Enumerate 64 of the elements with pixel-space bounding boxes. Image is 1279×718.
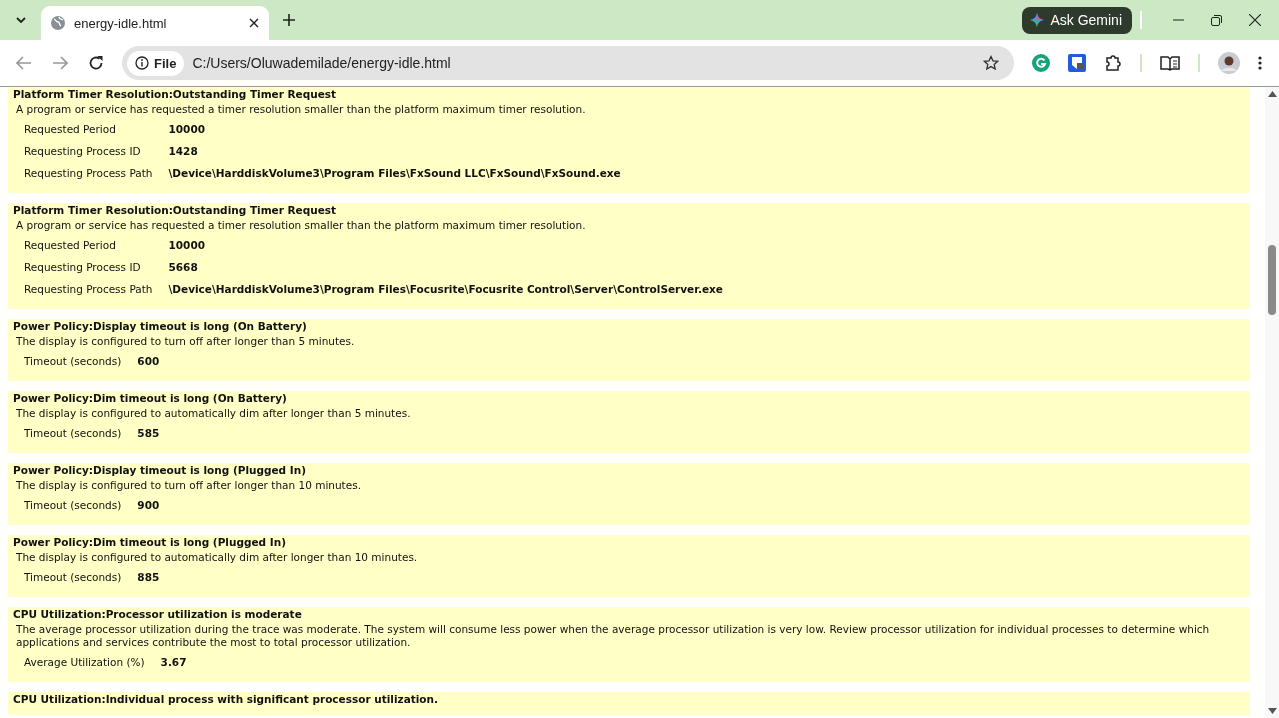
field-value: \Device\HarddiskVolume3\Program Files\FxSound LLC\FxSound\FxSound.exe: [167, 166, 622, 181]
field-label: Timeout (seconds): [23, 570, 123, 585]
restore-icon[interactable]: [1211, 14, 1222, 26]
field-value: 885: [136, 570, 161, 585]
entry-title: Platform Timer Resolution:Outstanding Timer Request: [13, 204, 338, 217]
field-value: 10000: [167, 238, 206, 253]
field-label: Requesting Process Path: [23, 282, 154, 297]
avatar-icon[interactable]: [1218, 52, 1240, 74]
info-icon: [135, 56, 149, 70]
ask-gemini-button[interactable]: Ask Gemini: [1022, 6, 1132, 34]
reload-icon[interactable]: [88, 55, 104, 71]
scroll-thumb[interactable]: [1268, 245, 1276, 315]
entry-description: The display is configured to turn off after longer than 10 minutes.: [16, 479, 362, 492]
field-label: Requesting Process Path: [23, 166, 154, 181]
field-value: 900: [136, 498, 161, 513]
site-info-chip[interactable]: File: [127, 50, 185, 76]
field-value: 10000: [167, 122, 206, 137]
entry-description: A program or service has requested a timer resolution smaller than the platform maximum timer resolution.: [16, 103, 587, 116]
menu-icon[interactable]: [1258, 56, 1262, 70]
field-label: Timeout (seconds): [23, 498, 123, 513]
field-value: 585: [136, 426, 161, 441]
entry-title: Power Policy:Dim timeout is long (On Battery): [13, 392, 288, 405]
field-value: 1428: [167, 144, 199, 159]
field-label: Requested Period: [23, 122, 117, 137]
tab-search-icon[interactable]: [15, 16, 27, 24]
field-label: Requesting Process ID: [23, 260, 142, 275]
entry-description: The display is configured to turn off after longer than 5 minutes.: [16, 335, 356, 348]
star-icon[interactable]: [983, 55, 999, 71]
close-tab-icon[interactable]: [249, 18, 259, 28]
entry-description: A program or service has requested a timer resolution smaller than the platform maximum timer resolution.: [16, 219, 587, 232]
new-tab-icon[interactable]: [283, 14, 295, 26]
entry-description: The display is configured to automatically dim after longer than 10 minutes.: [16, 551, 419, 564]
scrollbar[interactable]: [1265, 87, 1279, 718]
field-label: Requested Period: [23, 238, 117, 253]
entry-title: Platform Timer Resolution:Outstanding Timer Request: [13, 88, 338, 101]
entry-title: Power Policy:Dim timeout is long (Plugged In): [13, 536, 287, 549]
url-text: C:/Users/Oluwademilade/energy-idle.html: [192, 55, 452, 71]
close-icon[interactable]: [1249, 14, 1261, 26]
g-circle-icon[interactable]: [1032, 54, 1050, 72]
back-icon[interactable]: [16, 56, 32, 70]
entry-description: The display is configured to automatically dim after longer than 5 minutes.: [16, 407, 412, 420]
sparkle-icon: [1030, 13, 1045, 27]
field-value: 5668: [167, 260, 199, 275]
field-value: 3.67: [159, 655, 188, 670]
entry-title: Power Policy:Display timeout is long (On Battery): [13, 320, 308, 333]
field-label: Timeout (seconds): [23, 354, 123, 369]
entry-title: CPU Utilization:Processor utilization is moderate: [13, 608, 303, 621]
field-label: Requesting Process ID: [23, 144, 142, 159]
field-value: 600: [136, 354, 161, 369]
forward-icon[interactable]: [52, 56, 68, 70]
field-value: \Device\HarddiskVolume3\Program Files\Focusrite\Focusrite Control\Server\ControlServer.exe: [167, 282, 724, 297]
field-label: Timeout (seconds): [23, 426, 123, 441]
scroll-down-icon[interactable]: [1267, 708, 1277, 714]
reading-mode-icon[interactable]: [1160, 55, 1180, 71]
globe-icon: [50, 15, 66, 31]
entry-description: The average processor utilization during the trace was moderate. The system will consume less power when the average processor utilization is very low. Review processor utilization for individual processes to determine which applications and services contribute the most to total processor utilization.: [16, 623, 1211, 649]
entry-title: Power Policy:Display timeout is long (Plugged In): [13, 464, 307, 477]
lock-shield-icon[interactable]: [1068, 54, 1086, 72]
scroll-up-icon[interactable]: [1267, 91, 1277, 97]
browser-tab[interactable]: energy-idle.html: [41, 6, 269, 40]
address-bar[interactable]: File C:/Users/Oluwademilade/energy-idle.html: [122, 46, 1014, 80]
entry-title: CPU Utilization:Individual process with significant processor utilization.: [13, 693, 440, 706]
field-label: Average Utilization (%): [23, 655, 146, 670]
puzzle-icon[interactable]: [1104, 54, 1122, 72]
